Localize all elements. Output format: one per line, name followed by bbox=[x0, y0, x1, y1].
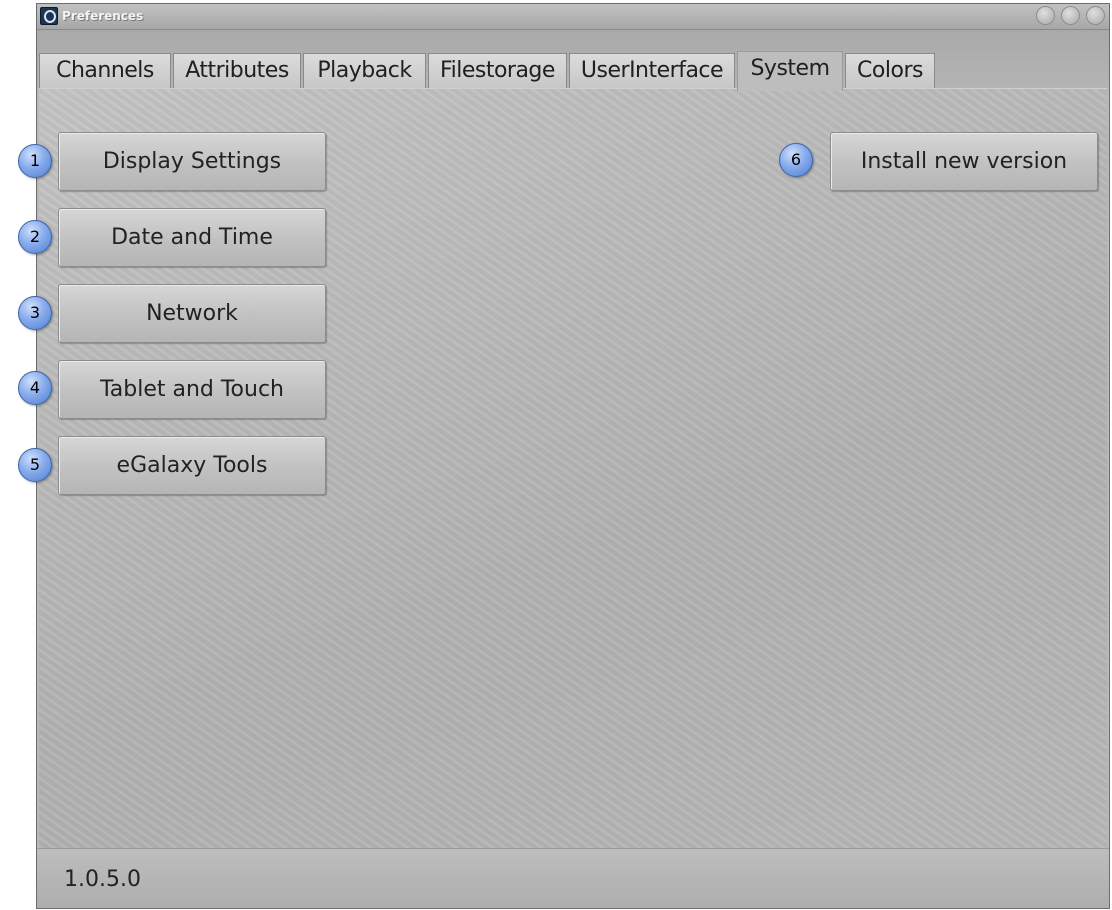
window-title: Preferences bbox=[62, 9, 144, 23]
callout-4: 4 bbox=[18, 371, 52, 405]
callout-3: 3 bbox=[18, 296, 52, 330]
display-settings-button[interactable]: Display Settings bbox=[58, 132, 326, 191]
network-button[interactable]: Network bbox=[58, 284, 326, 343]
tablet-and-touch-button[interactable]: Tablet and Touch bbox=[58, 360, 326, 419]
version-label: 1.0.5.0 bbox=[64, 867, 141, 892]
date-and-time-button[interactable]: Date and Time bbox=[58, 208, 326, 267]
tab-system[interactable]: System bbox=[737, 51, 843, 91]
callout-5: 5 bbox=[18, 448, 52, 482]
title-bar[interactable]: Preferences bbox=[37, 4, 1109, 30]
tab-playback[interactable]: Playback bbox=[303, 53, 426, 89]
tab-attributes[interactable]: Attributes bbox=[173, 53, 301, 89]
close-icon[interactable] bbox=[1086, 6, 1105, 25]
tab-userinterface[interactable]: UserInterface bbox=[569, 53, 735, 89]
window-controls bbox=[1035, 6, 1105, 27]
tab-bar: Channels Attributes Playback Filestorage… bbox=[37, 30, 1109, 91]
install-new-version-button[interactable]: Install new version bbox=[830, 132, 1098, 191]
tab-filestorage[interactable]: Filestorage bbox=[428, 53, 567, 89]
callout-2: 2 bbox=[18, 220, 52, 254]
tab-channels[interactable]: Channels bbox=[39, 53, 171, 89]
maximize-icon[interactable] bbox=[1060, 6, 1080, 25]
app-logo-icon bbox=[40, 7, 58, 25]
tab-colors[interactable]: Colors bbox=[845, 53, 935, 89]
egalaxy-tools-button[interactable]: eGalaxy Tools bbox=[58, 436, 326, 495]
status-bar: 1.0.5.0 bbox=[37, 848, 1109, 908]
callout-6: 6 bbox=[779, 143, 813, 177]
minimize-icon[interactable] bbox=[1035, 6, 1055, 25]
callout-1: 1 bbox=[18, 144, 52, 178]
